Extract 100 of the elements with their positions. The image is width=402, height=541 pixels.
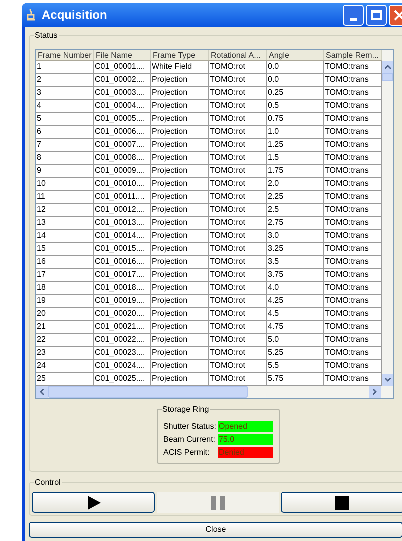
table-cell: 1.5 <box>267 152 324 164</box>
table-cell: Projection <box>151 347 209 359</box>
table-cell: TOMO:rot <box>209 100 267 112</box>
table-cell: C01_00002.... <box>94 74 151 86</box>
down-caret-icon <box>384 378 390 382</box>
table-cell: Projection <box>151 360 209 372</box>
table-cell: C01_00021.... <box>94 321 151 333</box>
table-cell: 0.0 <box>267 74 324 86</box>
table-cell: 2.75 <box>267 217 324 229</box>
maximize-icon <box>371 10 382 20</box>
table-cell: C01_00011.... <box>94 191 151 203</box>
table-cell: 2 <box>36 74 94 86</box>
table-cell: White Field <box>151 61 209 73</box>
table-cell: TOMO:rot <box>209 256 267 268</box>
table-cell: TOMO:rot <box>209 360 267 372</box>
table-cell: C01_00013.... <box>94 217 151 229</box>
group-label: Storage Ring <box>162 404 210 416</box>
column-header[interactable]: File Name <box>94 50 151 60</box>
table-cell: Projection <box>151 178 209 190</box>
scroll-left-button[interactable] <box>36 386 48 398</box>
table-cell: TOMO:rot <box>209 61 267 73</box>
table-cell: TOMO:rot <box>209 282 267 294</box>
table-cell: 3.0 <box>267 230 324 242</box>
table-cell: Projection <box>151 256 209 268</box>
table-cell: 25 <box>36 373 94 385</box>
table-cell: Projection <box>151 100 209 112</box>
table-cell: 10 <box>36 178 94 190</box>
table-cell: 3 <box>36 87 94 99</box>
table-cell: C01_00008.... <box>94 152 151 164</box>
table-cell: Projection <box>151 204 209 216</box>
up-caret-icon <box>384 65 390 69</box>
table-cell: 0.75 <box>267 113 324 125</box>
table-cell: TOMO:rot <box>209 152 267 164</box>
stop-button[interactable] <box>280 492 402 513</box>
table-cell: Projection <box>151 282 209 294</box>
table-cell: 2.5 <box>267 204 324 216</box>
table-cell: Projection <box>151 230 209 242</box>
table-cell: 18 <box>36 282 94 294</box>
minimize-button[interactable] <box>343 4 364 26</box>
table-cell: C01_00005.... <box>94 113 151 125</box>
table-cell: TOMO:rot <box>209 334 267 346</box>
close-button[interactable]: Close <box>29 522 402 538</box>
column-header[interactable]: Frame Type <box>151 50 209 60</box>
window-title: Acquisition <box>42 7 108 24</box>
table-cell: C01_00012.... <box>94 204 151 216</box>
right-caret-icon <box>373 389 377 395</box>
table-cell: Projection <box>151 126 209 138</box>
table-cell: C01_00018.... <box>94 282 151 294</box>
table-cell: TOMO:rot <box>209 165 267 177</box>
table-cell: TOMO:rot <box>209 191 267 203</box>
table-cell: 5.5 <box>267 360 324 372</box>
table-cell: TOMO:rot <box>209 269 267 281</box>
table-cell: 11 <box>36 191 94 203</box>
horizontal-scrollbar[interactable] <box>36 386 393 398</box>
table-cell: TOMO:rot <box>209 243 267 255</box>
table-cell: TOMO:rot <box>209 373 267 385</box>
table-cell: 3.25 <box>267 243 324 255</box>
table-cell: TOMO:rot <box>209 321 267 333</box>
table-cell: Projection <box>151 295 209 307</box>
table-cell: 4.0 <box>267 282 324 294</box>
table-cell: 15 <box>36 243 94 255</box>
table-cell: C01_00003.... <box>94 87 151 99</box>
column-header[interactable]: Rotational A... <box>209 50 267 60</box>
scroll-thumb[interactable] <box>48 386 248 398</box>
field-label: ACIS Permit: <box>164 446 211 458</box>
play-button[interactable] <box>32 492 156 513</box>
table-cell: 4.5 <box>267 308 324 320</box>
table-cell: 4.75 <box>267 321 324 333</box>
table-cell: TOMO:rot <box>209 308 267 320</box>
table-cell: 2.25 <box>267 191 324 203</box>
table-cell: Projection <box>151 165 209 177</box>
table-cell: Projection <box>151 269 209 281</box>
status-value: Opened <box>218 421 272 432</box>
table-cell: 5.75 <box>267 373 324 385</box>
scroll-right-button[interactable] <box>369 386 381 398</box>
table-cell: 16 <box>36 256 94 268</box>
table-cell: 4.25 <box>267 295 324 307</box>
table-cell: C01_00023.... <box>94 347 151 359</box>
table-cell: 6 <box>36 126 94 138</box>
table-cell: 23 <box>36 347 94 359</box>
table-cell: 1.75 <box>267 165 324 177</box>
vertical-scrollbar[interactable] <box>382 50 393 386</box>
scroll-up-button[interactable] <box>382 61 393 73</box>
table-cell: 12 <box>36 204 94 216</box>
maximize-button[interactable] <box>366 4 387 26</box>
scroll-down-button[interactable] <box>382 374 393 386</box>
table-cell: 24 <box>36 360 94 372</box>
column-header[interactable]: Frame Number <box>36 50 94 60</box>
table-cell: 22 <box>36 334 94 346</box>
table-cell: C01_00022.... <box>94 334 151 346</box>
table-cell: 14 <box>36 230 94 242</box>
table-cell: 5.25 <box>267 347 324 359</box>
column-header[interactable]: Angle <box>267 50 324 60</box>
table-cell: 2.0 <box>267 178 324 190</box>
field-label: Shutter Status: <box>164 420 218 432</box>
scroll-thumb[interactable] <box>382 73 393 81</box>
table-cell: TOMO:rot <box>209 204 267 216</box>
table-cell: 21 <box>36 321 94 333</box>
table-cell: Projection <box>151 74 209 86</box>
table-cell: 0.5 <box>267 100 324 112</box>
